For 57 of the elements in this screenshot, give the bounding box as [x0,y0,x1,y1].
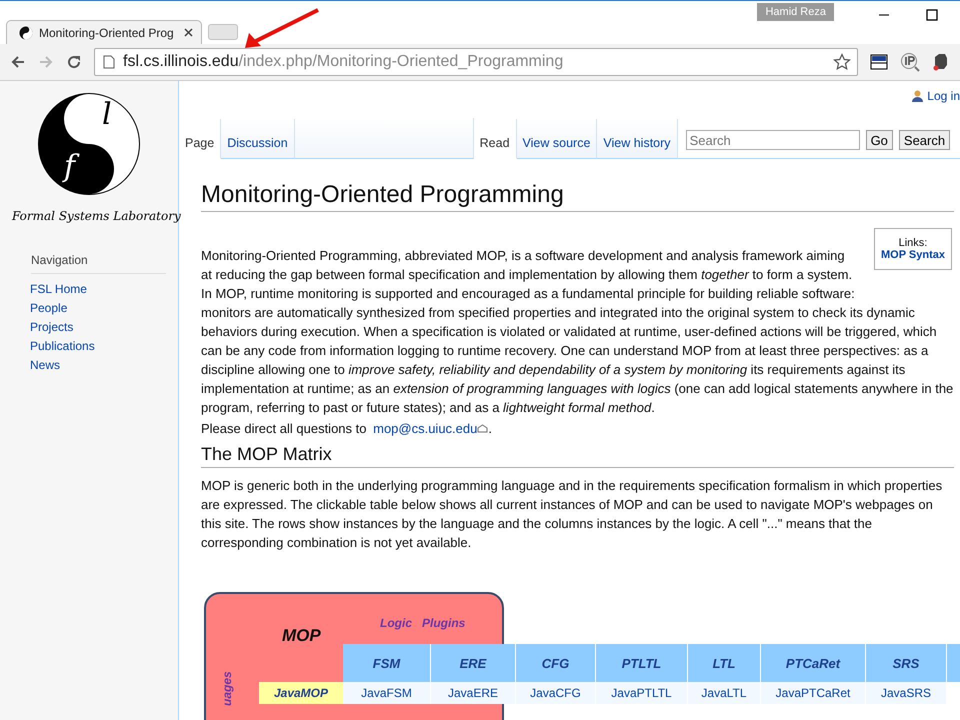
period-text: . [488,421,492,436]
browser-tab[interactable]: Monitoring-Oriented Prog [6,20,202,44]
page-tab[interactable]: View history [597,119,678,159]
ip-icon[interactable] [900,52,920,72]
navigation-heading: Navigation [31,253,166,274]
matrix-cell[interactable]: JavaLTL [688,682,761,704]
maximize-icon[interactable] [926,9,938,21]
column-header[interactable]: PTLTL [596,644,688,682]
tab-title: Monitoring-Oriented Prog [39,26,175,40]
window-icon[interactable] [870,54,888,70]
address-bar[interactable]: fsl.cs.illinois.edu/index.php/Monitoring-Oriented_Programming [94,48,858,76]
page-title: Monitoring-Oriented Programming [201,181,954,212]
matrix-cell[interactable]: JavaSRS [866,682,947,704]
close-icon[interactable] [184,28,193,37]
matrix-cell[interactable]: JavaPTCaRet [761,682,866,704]
column-header[interactable]: LTL [688,644,761,682]
back-icon[interactable] [10,54,26,70]
syntax-link[interactable]: MOP Syntax [881,249,945,261]
column-header[interactable]: PTCaRet [761,644,866,682]
external-link-icon [477,424,488,433]
column-header[interactable]: ERE [431,644,516,682]
reload-icon[interactable] [66,54,82,70]
sidebar-link[interactable]: News [30,356,178,375]
user-icon [912,90,924,102]
language-label: uages [220,671,234,706]
column-header[interactable]: SRS [866,644,947,682]
links-heading: Links: [898,237,928,249]
row-header[interactable]: JavaMOP [259,682,343,704]
intro-paragraph: monitors are automatically synthesized from specified properties and integrated into the original system to check its dynamic behaviors during execution. When a specification is violated or validated at runtime, user-defined actions will be triggered, which can be any code from information logging to runtime recovery. One can understand MOP from at least three perspectives: as a discipline allowing one to improve safety, reliability and dependability of a system by monitoring its requirements against its implementation at runtime; as an extension of programming languages with logics (one can add logical statements anywhere in the program, referring to past or future states); and as a lightweight formal method. [201,304,954,417]
matrix-cell[interactable]: JavaERE [431,682,516,704]
search-button[interactable]: Search [898,130,950,150]
sidebar-link[interactable]: People [30,299,178,318]
email-link[interactable]: mop@cs.uiuc.edu [373,421,478,436]
page-icon [103,55,115,69]
section-paragraph: MOP is generic both in the underlying programming language and in the requirements specification formalism in which properties are expressed. The clickable table below shows all current instances of MOP and can be used to navigate MOP's webpages on this site. The rows show instances by the language and the columns instances by the logic. A cell "..." means that the corresponding combination is not yet available. [201,477,944,552]
logic-label: Logic Plugins [380,616,466,630]
column-header[interactable]: CFG [516,644,596,682]
page-tab[interactable]: Discussion [221,119,295,159]
logo-letter: l [102,97,112,132]
login-link[interactable]: Log in [927,89,960,103]
matrix-cell[interactable]: JavaPTLTL [596,682,688,704]
matrix-cell[interactable]: JavaCFG [516,682,596,704]
intro-paragraph: Monitoring-Oriented Programming, abbreviated MOP, is a software development and analysis framework aiming at reducing the gap between formal specification and implementation by allowing them together to form a system. In MOP, runtime monitoring is supported and encouraged as a fundamental principle for building reliable software: [201,247,856,303]
matrix-cell[interactable]: JavaFSM [343,682,431,704]
search-field[interactable]: Search [686,130,860,150]
section-heading: The MOP Matrix [201,444,954,468]
contact-text: Please direct all questions to [201,421,366,436]
page-tab[interactable]: Read [474,119,517,159]
sidebar-link[interactable]: FSL Home [30,280,178,299]
matrix-title: MOP [282,626,321,646]
page-tab[interactable]: View source [516,119,598,159]
search-button[interactable]: Go [866,130,893,150]
yin-yang-icon [19,26,33,40]
star-icon[interactable] [833,53,851,71]
sidebar-link[interactable]: Projects [30,318,178,337]
column-header[interactable]: FSM [343,644,431,682]
sidebar-link[interactable]: Publications [30,337,178,356]
